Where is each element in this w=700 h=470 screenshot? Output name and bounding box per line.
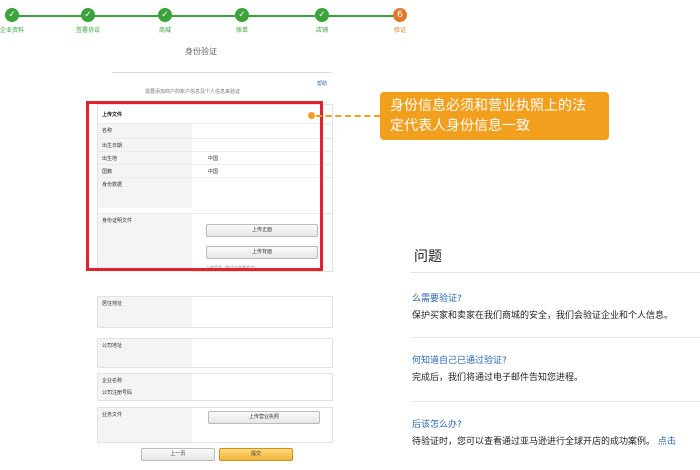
- upload-license-button[interactable]: 上传营业执照: [208, 411, 320, 424]
- check-icon: ✓: [158, 8, 172, 22]
- divider: [410, 272, 700, 273]
- check-icon: ✓: [81, 8, 95, 22]
- faq-title: 问题: [414, 249, 442, 265]
- divider: [410, 401, 700, 402]
- callout-dot: [308, 112, 315, 119]
- step-2: ✓ 签署协议: [68, 8, 108, 34]
- divider: [410, 337, 700, 338]
- check-icon: ✓: [315, 8, 329, 22]
- submit-button[interactable]: 提交: [219, 448, 293, 461]
- step-label: 签署协议: [75, 27, 100, 34]
- field-label: 业务文件: [102, 412, 123, 418]
- step-label: 账单: [235, 27, 248, 34]
- faq-question-3[interactable]: 后该怎么办?: [412, 417, 462, 430]
- prev-page-button[interactable]: 上一页: [141, 448, 215, 461]
- step-label: 企业资料: [0, 27, 24, 34]
- success-stories-link[interactable]: 点击: [658, 437, 676, 447]
- step-label: 验证: [393, 27, 406, 34]
- address-section: 居住地址: [97, 296, 333, 328]
- step-5: ✓ 店铺: [302, 8, 342, 34]
- field-label: 居住地址: [102, 301, 123, 307]
- business-docs-section: 业务文件 上传营业执照: [97, 407, 333, 443]
- field-label: 企业名称: [102, 378, 123, 384]
- faq-question-2[interactable]: 何知道自己已通过验证?: [412, 353, 507, 366]
- step-3: ✓ 商城: [145, 8, 185, 34]
- faq-answer-1: 保护买家和卖家在我们商城的安全，我们会验证企业和个人信息。: [412, 311, 674, 321]
- callout-connector: [316, 115, 380, 117]
- company-info-section: 企业名称 公司注册号码: [97, 373, 333, 401]
- step-4: ✓ 账单: [222, 8, 262, 34]
- step-label: 商城: [158, 27, 171, 34]
- page-subtitle: 需要添加商户的账户信息及个人信息来验证: [145, 89, 241, 95]
- check-icon: ✓: [5, 8, 19, 22]
- check-icon: ✓: [235, 8, 249, 22]
- help-link[interactable]: 帮助: [317, 80, 327, 87]
- company-address-section: 公司地址: [97, 338, 333, 368]
- faq-answer-3: 待验证时，您可以查看通过亚马逊进行全球开店的成功案例。 点击: [412, 434, 676, 447]
- faq-question-1[interactable]: 么需要验证?: [412, 291, 462, 304]
- field-label: 公司地址: [102, 343, 123, 349]
- highlight-box: [86, 101, 323, 271]
- progress-steps: ✓ 企业资料 ✓ 签署协议 ✓ 商城 ✓ 账单 ✓ 店铺 6 验证: [0, 0, 420, 40]
- step-1: ✓ 企业资料: [0, 8, 32, 34]
- step-6-current: 6 验证: [380, 8, 420, 34]
- page-title: 身份验证: [185, 47, 217, 56]
- callout-note: 身份信息必须和营业执照上的法定代表人身份信息一致: [380, 92, 609, 140]
- faq-answer-text: 待验证时，您可以查看通过亚马逊进行全球开店的成功案例。: [412, 437, 656, 447]
- faq-answer-2: 完成后，我们将通过电子邮件告知您进程。: [412, 373, 584, 383]
- divider: [112, 72, 332, 73]
- step-number-badge: 6: [393, 8, 407, 22]
- step-label: 店铺: [315, 27, 328, 34]
- field-label: 公司注册号码: [102, 390, 133, 396]
